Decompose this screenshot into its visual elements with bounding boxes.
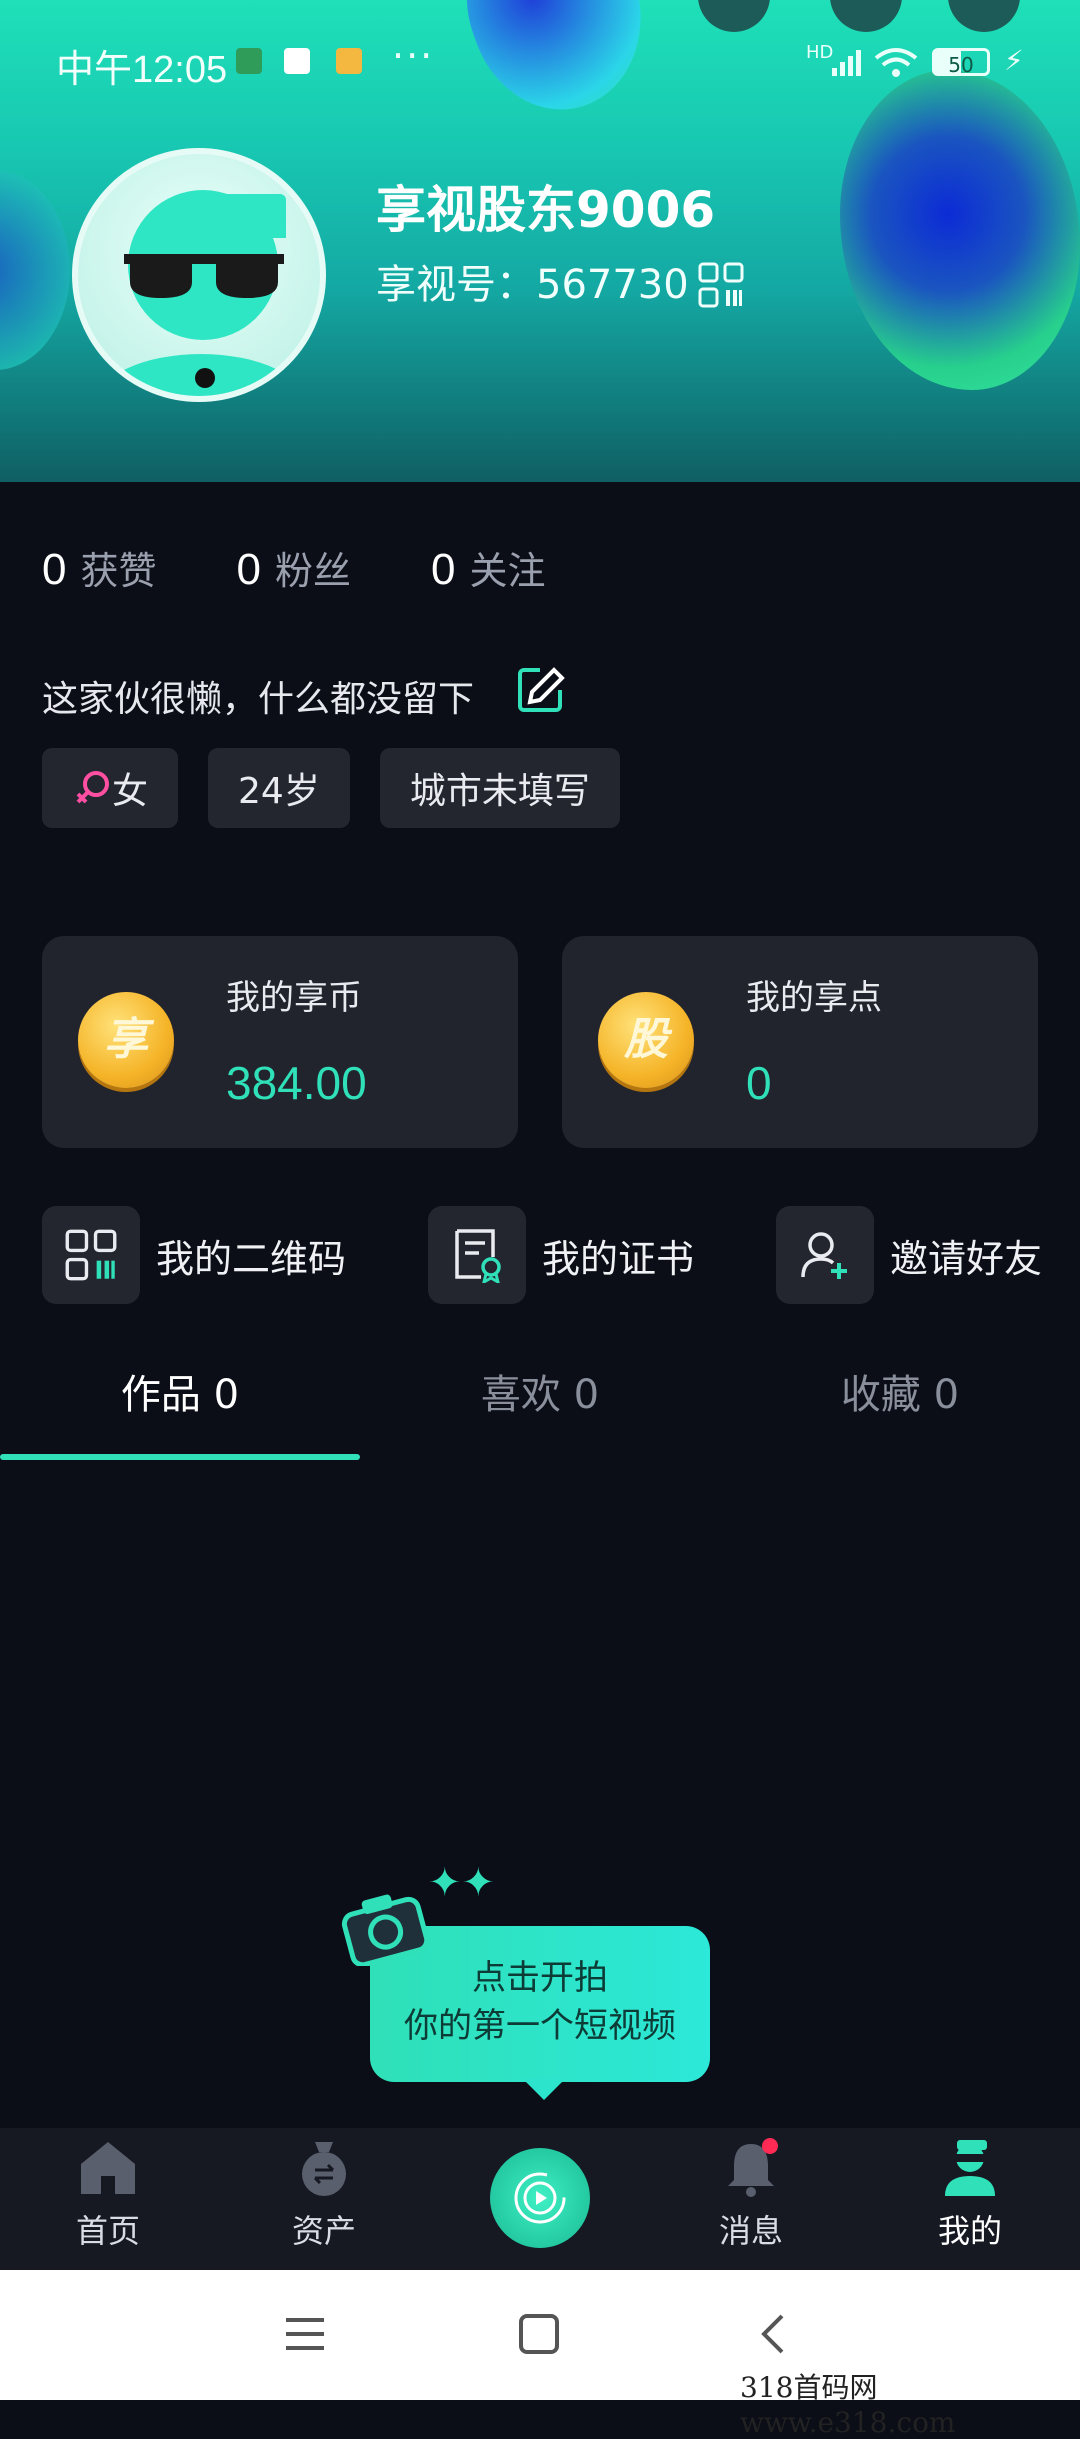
coins-title: 我的享币 [226, 978, 362, 1018]
profile-header: 中午12:05 ··· HD 50 ⚡ 享视股东9006 享视号：567730 [0, 0, 1080, 482]
points-card[interactable]: 股 我的享点 0 [562, 936, 1038, 1148]
likes-count[interactable]: 0 获赞 [42, 540, 157, 595]
nav-home[interactable]: 首页 [0, 2138, 216, 2252]
profile-name: 享视股东9006 [376, 181, 716, 239]
points-title: 我的享点 [746, 978, 882, 1018]
tab-indicator [0, 1454, 360, 1460]
tab-works[interactable]: 作品 0 [0, 1362, 360, 1420]
bottom-nav: 首页 资产 消息 我的 [0, 2128, 1080, 2270]
sparkle-icon: ✦✦ [428, 1860, 496, 1906]
nav-mine[interactable]: 我的 [862, 2138, 1078, 2252]
shoot-first-video-prompt[interactable]: ✦✦ 点击开拍 你的第一个短视频 [340, 1860, 720, 2120]
home-square-icon[interactable] [518, 2314, 560, 2354]
nav-messages[interactable]: 消息 [643, 2138, 859, 2252]
my-certificate-shortcut[interactable]: 我的证书 [428, 1206, 694, 1304]
battery-icon: 50 [932, 48, 990, 77]
status-bar: 中午12:05 ··· HD 50 ⚡ [0, 0, 1080, 120]
coin-icon: 股 [598, 992, 694, 1088]
more-notifications-icon: ··· [392, 34, 435, 78]
download-icon [236, 48, 262, 74]
play-icon [514, 2172, 566, 2224]
app-notification-icon [284, 48, 310, 74]
wifi-icon [874, 48, 918, 77]
profile-id: 享视号：567730 [376, 262, 689, 308]
sunglasses-icon [124, 254, 284, 298]
fans-count[interactable]: 0 粉丝 [237, 540, 352, 595]
tab-likes[interactable]: 喜欢 0 [360, 1362, 720, 1420]
city-tag[interactable]: 城市未填写 [379, 748, 620, 828]
my-qr-shortcut[interactable]: 我的二维码 [42, 1206, 346, 1304]
stats-row: 0 获赞 0 粉丝 0 关注 [42, 540, 546, 595]
profile-icon [945, 2140, 995, 2196]
home-icon [81, 2142, 135, 2194]
qr-code-icon [65, 1229, 117, 1281]
bio-text: 这家伙很懒，什么都没留下 [42, 679, 475, 720]
flag-icon [336, 48, 362, 74]
shoot-button[interactable] [490, 2148, 590, 2248]
bell-icon [728, 2138, 778, 2197]
profile-tags: 女 24岁 城市未填写 [42, 748, 620, 828]
camera-icon [341, 1894, 430, 1966]
charging-icon: ⚡ [1004, 44, 1024, 77]
status-time: 中午12:05 [56, 49, 228, 91]
invite-friends-shortcut[interactable]: 邀请好友 [776, 1206, 1042, 1304]
coins-card[interactable]: 享 我的享币 384.00 [42, 936, 518, 1148]
decor-blob [0, 170, 70, 370]
age-tag[interactable]: 24岁 [208, 748, 350, 828]
nav-assets[interactable]: 资产 [216, 2138, 432, 2252]
avatar[interactable] [72, 148, 326, 402]
coins-value: 384.00 [226, 1057, 367, 1109]
coin-icon: 享 [78, 992, 174, 1088]
female-icon [76, 771, 109, 804]
edit-icon[interactable] [514, 664, 566, 716]
money-bag-icon [302, 2142, 346, 2196]
add-user-icon [801, 1232, 847, 1279]
points-value: 0 [746, 1057, 772, 1109]
following-count[interactable]: 0 关注 [431, 540, 546, 595]
gender-tag[interactable]: 女 [42, 748, 179, 828]
qr-code-icon[interactable] [698, 262, 744, 308]
watermark-text: 318首码网 www.e318.com [740, 2371, 956, 2439]
back-icon[interactable] [752, 2314, 794, 2354]
tab-favorites[interactable]: 收藏 0 [720, 1362, 1080, 1420]
system-nav-bar: 318首码网 www.e318.com [0, 2270, 1080, 2439]
content-tabs: 作品 0 喜欢 0 收藏 0 [0, 1362, 1080, 1462]
menu-icon[interactable] [284, 2314, 326, 2354]
signal-bars-icon [832, 50, 861, 76]
certificate-icon [455, 1229, 501, 1283]
